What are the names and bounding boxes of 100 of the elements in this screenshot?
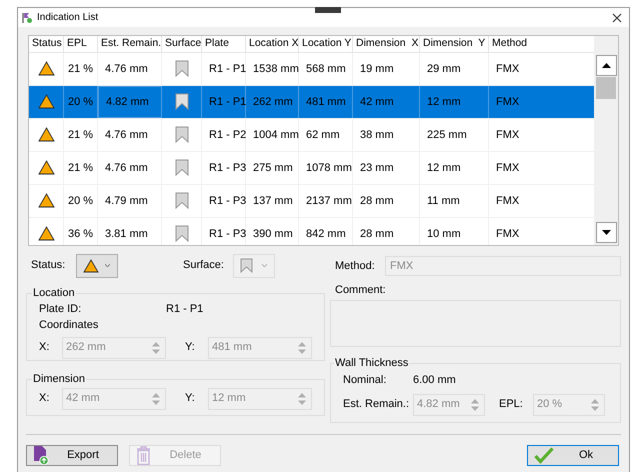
spinner-arrows-icon[interactable] — [470, 398, 480, 412]
table-cell-text: 11 mm — [427, 194, 460, 208]
table-row[interactable]: 21 % 4.76 mm R1 - P1 1538 mm 568 mm 19 mm 29 mm FMX — [29, 52, 594, 86]
field-label: EPL: — [499, 397, 524, 412]
spinner-arrows-icon[interactable] — [151, 340, 161, 354]
table-cell-text: 23 mm — [360, 160, 394, 176]
drag-handle[interactable] — [315, 7, 341, 13]
table-row[interactable]: 20 % 4.79 mm R1 - P3 137 mm 2137 mm 28 mm 11 mm FMX — [29, 184, 594, 218]
table-cell-text: R1 - P1 — [209, 94, 246, 110]
table-cell-text: 20 % — [68, 194, 94, 208]
trash-icon — [136, 446, 151, 464]
table-cell-text: 568 mm — [306, 62, 346, 76]
group-title: Dimension — [32, 372, 86, 387]
table-cell-text: FMX — [496, 226, 520, 242]
warning-triangle-icon — [38, 94, 54, 110]
table-cell-text: 1004 mm — [253, 128, 299, 142]
table-cell-text: R1 - P3 — [209, 160, 246, 176]
plate-id-value: R1 - P1 — [166, 302, 204, 318]
column-header[interactable]: Est. Remain. — [98, 36, 162, 52]
flag-icon — [21, 12, 33, 24]
column-header[interactable]: Dimension X — [353, 36, 420, 52]
table-cell-text: FMX — [496, 128, 520, 142]
down-arrow-icon — [602, 230, 610, 235]
column-header[interactable]: Location X — [246, 36, 299, 52]
table-cell-text: 10 mm — [427, 226, 461, 242]
table-row[interactable]: 21 % 4.76 mm R1 - P2 1004 mm 62 mm 38 mm 225 mm FMX — [29, 118, 594, 152]
table-cell-text: 225 mm — [427, 128, 467, 142]
spinner-arrows-icon[interactable] — [297, 392, 307, 406]
table-cell-text: R1 - P1 — [209, 62, 246, 76]
status-dropdown[interactable] — [76, 254, 118, 278]
column-header[interactable]: Surface — [162, 36, 202, 52]
ok-button[interactable]: Ok — [527, 444, 619, 466]
bookmark-icon — [174, 93, 188, 110]
table-cell-text: 4.76 mm — [105, 62, 148, 76]
scroll-thumb[interactable] — [596, 77, 616, 99]
table-cell-text: 12 mm — [427, 160, 461, 176]
bookmark-icon — [174, 126, 188, 144]
column-header[interactable]: Plate — [202, 36, 246, 52]
table-cell-text: 3.81 mm — [105, 226, 148, 242]
table-cell-text: R1 - P3 — [209, 226, 246, 242]
table-cell-text: 2137 mm — [306, 194, 352, 208]
field-label: X: — [39, 391, 50, 406]
group-title: Location — [32, 286, 76, 301]
warning-triangle-icon — [38, 160, 54, 176]
table-cell-text: 4.82 mm — [106, 94, 149, 110]
warning-triangle-icon — [38, 127, 54, 142]
table-cell-text: 137 mm — [253, 194, 293, 208]
table-cell-text: FMX — [496, 194, 520, 208]
field-label: Est. Remain.: — [343, 397, 410, 412]
table-cell-text: FMX — [496, 160, 520, 176]
scroll-up-button[interactable] — [596, 55, 616, 76]
column-header[interactable]: EPL — [64, 36, 98, 52]
table-cell-text: 28 mm — [360, 226, 394, 242]
table-cell-text: FMX — [496, 62, 520, 76]
bookmark-icon — [174, 225, 188, 242]
nominal-value: 6.00 mm — [413, 373, 456, 388]
table-cell-text: 1078 mm — [306, 160, 352, 176]
bookmark-icon — [174, 60, 188, 78]
spinner-arrows-icon[interactable] — [297, 340, 307, 354]
table-cell-text: 12 mm — [427, 94, 461, 110]
column-header[interactable]: Location Y — [299, 36, 353, 52]
table-cell-text: 21 % — [68, 128, 94, 142]
warning-triangle-icon — [38, 193, 54, 208]
table-cell-text: 19 mm — [360, 62, 394, 76]
table-cell-text: 21 % — [68, 160, 94, 176]
table-cell-text: 390 mm — [253, 226, 293, 242]
table-row[interactable]: 20 % 4.82 mm R1 - P1 262 mm 481 mm 42 mm 12 mm FMX — [29, 86, 594, 119]
close-icon — [612, 12, 622, 22]
table-cell-text: 62 mm — [306, 128, 340, 142]
spinner-arrows-icon[interactable] — [151, 392, 161, 406]
warning-triangle-icon — [38, 61, 54, 76]
table-cell-text: 36 % — [68, 226, 94, 242]
table-cell-text: 842 mm — [306, 226, 346, 242]
table-cell-text: 4.76 mm — [105, 128, 148, 142]
field-label: Plate ID: — [39, 302, 82, 318]
column-header[interactable]: Dimension Y — [420, 36, 489, 52]
warning-triangle-icon — [38, 226, 54, 242]
table-cell-text: 20 % — [68, 94, 94, 110]
field-label: Coordinates — [39, 318, 98, 334]
table-cell-text: 29 mm — [427, 62, 461, 76]
column-header[interactable]: Method — [489, 36, 594, 52]
document-upload-icon — [33, 446, 49, 464]
bookmark-icon — [240, 258, 253, 273]
table-cell-text: 42 mm — [360, 94, 394, 110]
spinner-arrows-icon[interactable] — [590, 398, 600, 412]
chevron-icon — [262, 264, 267, 267]
table-row[interactable]: 21 % 4.76 mm R1 - P3 275 mm 1078 mm 23 mm 12 mm FMX — [29, 152, 594, 185]
scroll-down-button[interactable] — [596, 222, 616, 243]
field-label: Y: — [185, 340, 196, 356]
table-cell-text: 275 mm — [253, 160, 293, 176]
column-header[interactable]: Status — [29, 36, 64, 52]
bookmark-icon — [174, 159, 188, 176]
scrollbar[interactable] — [594, 36, 618, 245]
field-label: Method: — [334, 258, 376, 274]
table-cell-text: 262 mm — [253, 94, 293, 110]
up-arrow-icon — [602, 63, 610, 68]
table-cell-text: 28 mm — [360, 194, 394, 208]
field-label: Nominal: — [343, 373, 388, 388]
field-label: Comment: — [334, 283, 387, 297]
export-button[interactable]: Export — [26, 444, 118, 466]
